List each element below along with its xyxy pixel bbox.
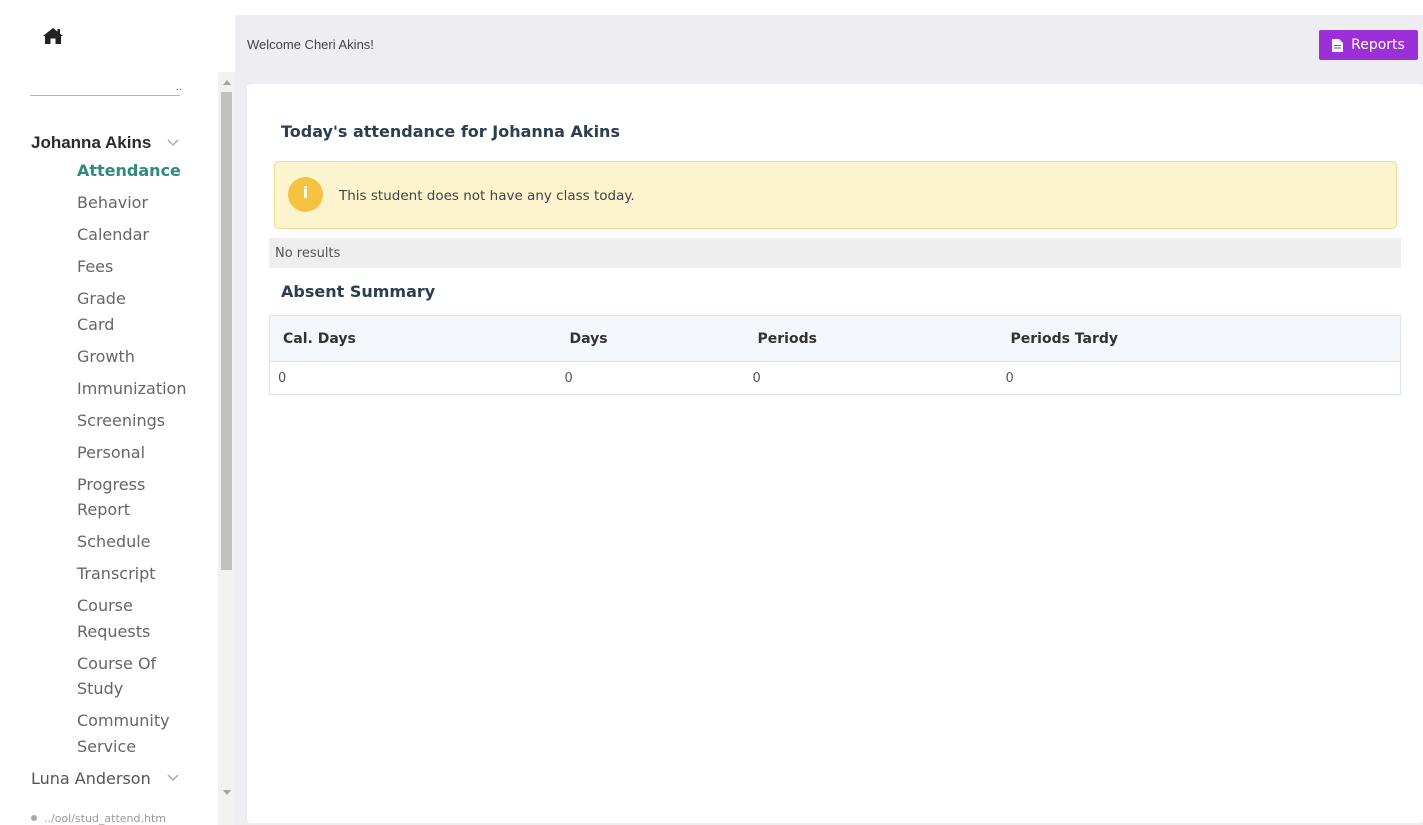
status-bar-url: ../ool/stud_attend.htm (30, 812, 166, 825)
table-row: 0 0 0 0 (270, 362, 1401, 395)
menu-item-course-of-study[interactable]: Course Of Study (77, 651, 177, 702)
menu-item-behavior[interactable]: Behavior (77, 190, 207, 216)
page-title: Today's attendance for Johanna Akins (281, 122, 620, 141)
table-cell: 0 (278, 370, 287, 386)
menu-item-progress-report[interactable]: Progress Report (77, 472, 167, 523)
student-name: Luna Anderson (31, 768, 151, 788)
menu-item-schedule[interactable]: Schedule (77, 529, 207, 555)
absent-summary-title: Absent Summary (281, 282, 436, 301)
menu-item-grade-card[interactable]: Grade Card (77, 286, 137, 337)
menu-item-immunization[interactable]: Immunization (77, 376, 207, 402)
table-header-row: Cal. Days Days Periods Periods Tardy (269, 315, 1401, 362)
menu-item-growth[interactable]: Growth (77, 344, 207, 370)
column-header: Periods Tardy (997, 315, 1401, 362)
chevron-down-icon[interactable] (167, 774, 179, 782)
scrollbar-thumb[interactable] (221, 92, 232, 570)
home-icon[interactable] (42, 27, 64, 45)
reports-button[interactable]: Reports (1319, 30, 1418, 60)
table-cell: 0 (752, 370, 761, 386)
welcome-message: Welcome Cheri Akins! (247, 37, 374, 52)
sidebar-scroll-area: .. Johanna Akins Attendance Behavior Cal… (0, 72, 218, 825)
menu-item-screenings[interactable]: Screenings (77, 408, 207, 434)
menu-item-transcript[interactable]: Transcript (77, 561, 207, 587)
top-bar: Welcome Cheri Akins! Reports (235, 15, 1423, 73)
menu-item-attendance[interactable]: Attendance (77, 158, 207, 184)
menu-item-personal[interactable]: Personal (77, 440, 207, 466)
location-pin-icon (31, 814, 37, 821)
no-results-bar: No results (269, 238, 1401, 268)
sidebar: .. Johanna Akins Attendance Behavior Cal… (0, 0, 235, 825)
ellipsis-icon: .. (175, 82, 182, 93)
table-cell: 0 (564, 370, 573, 386)
scroll-down-arrow-icon[interactable] (223, 790, 231, 795)
status-url-text: ../ool/stud_attend.htm (44, 812, 167, 825)
home-row (0, 0, 235, 72)
menu-item-course-requests[interactable]: Course Requests (77, 593, 167, 644)
attendance-card: Today's attendance for Johanna Akins i T… (247, 84, 1423, 823)
student-menu: Attendance Behavior Calendar Fees Grade … (0, 158, 218, 759)
column-header: Periods (744, 315, 998, 362)
student-name: Johanna Akins (31, 133, 152, 152)
no-class-alert: i This student does not have any class t… (274, 161, 1397, 229)
menu-item-fees[interactable]: Fees (77, 254, 207, 280)
info-icon: i (288, 177, 323, 212)
table-cell: 0 (1005, 370, 1014, 386)
student-header-luna[interactable]: Luna Anderson (0, 767, 218, 789)
menu-item-calendar[interactable]: Calendar (77, 222, 207, 248)
student-search-input[interactable]: .. (30, 82, 182, 96)
column-header: Days (556, 315, 745, 362)
column-header: Cal. Days (269, 315, 557, 362)
reports-button-label: Reports (1351, 37, 1405, 53)
menu-item-community-service[interactable]: Community Service (77, 708, 182, 759)
student-header-johanna[interactable]: Johanna Akins (0, 132, 218, 154)
sidebar-scrollbar[interactable] (218, 72, 235, 825)
chevron-down-icon[interactable] (167, 139, 179, 147)
alert-text: This student does not have any class tod… (339, 188, 635, 204)
scroll-up-arrow-icon[interactable] (223, 80, 231, 85)
absent-summary-table: Cal. Days Days Periods Periods Tardy 0 0… (269, 315, 1401, 395)
document-icon (1332, 38, 1344, 52)
